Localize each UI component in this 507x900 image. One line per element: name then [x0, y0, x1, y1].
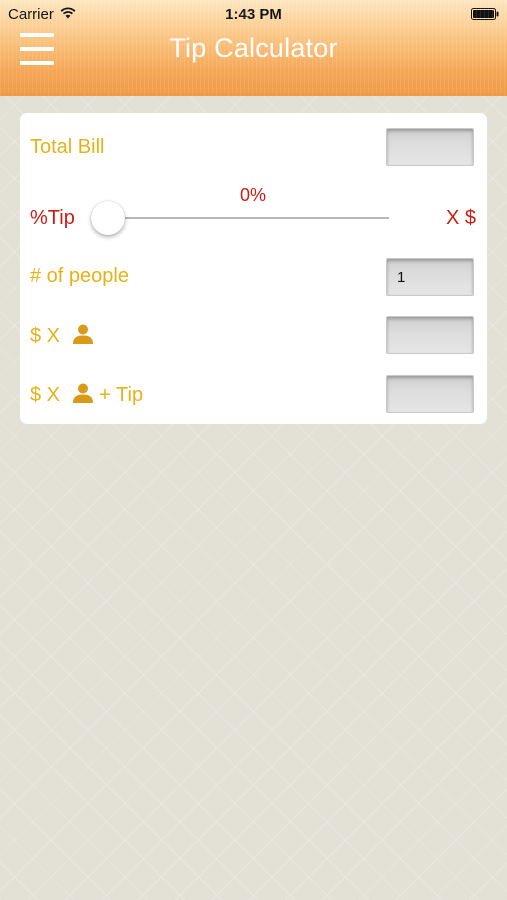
per-person-tip-prefix: $ X	[30, 384, 61, 406]
total-bill-input[interactable]	[386, 128, 474, 166]
total-bill-label: Total Bill	[30, 136, 105, 158]
per-person-tip-suffix: + Tip	[99, 384, 144, 406]
tip-slider-track[interactable]	[108, 217, 389, 219]
nav-header: Carrier 1:43 PM Tip Calculator	[0, 0, 507, 96]
per-person-tip-label: $ X + Tip	[30, 382, 143, 407]
people-input[interactable]	[386, 258, 474, 296]
people-label: # of people	[30, 265, 129, 287]
tip-slider-thumb[interactable]	[91, 201, 125, 235]
per-person-label: $ X	[30, 323, 94, 348]
per-person-output[interactable]	[386, 316, 474, 354]
header-scalloped-edge	[0, 93, 507, 98]
per-person-label-text: $ X	[30, 325, 61, 347]
page-title: Tip Calculator	[169, 33, 338, 63]
tip-percent-value: 0%	[239, 185, 266, 205]
calculator-card: Total Bill 0% %Tip X $ # of people $ X $…	[20, 113, 487, 424]
battery-icon	[471, 8, 499, 20]
status-bar: Carrier 1:43 PM	[0, 0, 507, 28]
user-icon	[72, 324, 93, 344]
tip-label: %Tip	[30, 207, 75, 229]
tip-multiplier-label: X $	[446, 207, 477, 229]
status-time: 1:43 PM	[225, 6, 282, 23]
per-person-tip-output[interactable]	[386, 375, 474, 413]
user-icon	[72, 383, 93, 403]
